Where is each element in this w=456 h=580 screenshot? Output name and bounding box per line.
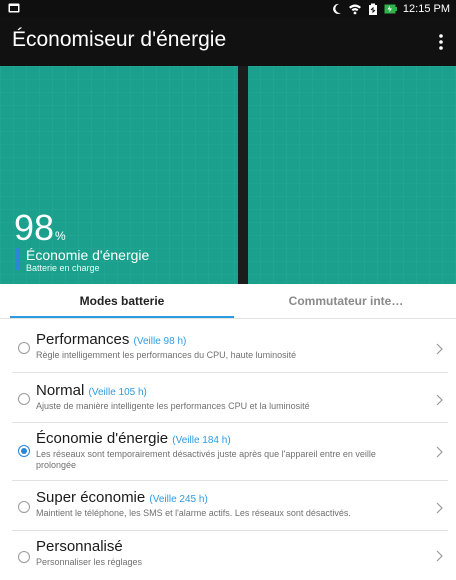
mode-description: Les réseaux sont temporairement désactiv…: [36, 449, 376, 470]
divider: [12, 480, 448, 481]
tab-bar: Modes batterie Commutateur inte…: [0, 284, 456, 319]
divider: [12, 530, 448, 531]
divider: [12, 372, 448, 373]
radio-button[interactable]: [18, 342, 30, 354]
radio-button[interactable]: [18, 551, 30, 563]
mode-title-text: Super économie: [36, 489, 146, 506]
status-bar: 12:15 PM: [0, 0, 456, 18]
mode-description: Personnaliser les réglages: [36, 557, 143, 567]
status-time: 12:15 PM: [402, 3, 450, 15]
chevron-right-icon: [436, 550, 443, 562]
battery-percent-value: 98: [14, 207, 55, 248]
mode-title: Normal (Veille 105 h): [36, 382, 147, 399]
mode-title-text: Personnalisé: [36, 538, 123, 555]
panel-divider: [238, 66, 248, 284]
mode-description: Maintient le téléphone, les SMS et l'ala…: [36, 508, 351, 518]
mode-description: Ajuste de manière intelligente les perfo…: [36, 401, 310, 411]
status-icons: 12:15 PM: [332, 2, 450, 16]
mode-title: Personnalisé: [36, 538, 123, 555]
battery-charging-icon: [384, 4, 397, 14]
mode-title: Performances (Veille 98 h): [36, 331, 186, 348]
tab-battery-modes[interactable]: Modes batterie: [10, 284, 234, 318]
wifi-icon: [348, 4, 361, 15]
tab-indicator: [10, 316, 234, 318]
mode-title: Économie d'énergie (Veille 184 h): [36, 430, 231, 447]
chevron-right-icon: [436, 394, 443, 406]
mode-item-performances[interactable]: Performances (Veille 98 h) Règle intelli…: [0, 324, 456, 374]
mode-standby: (Veille 98 h): [133, 336, 187, 347]
mode-title-text: Économie d'énergie: [36, 430, 169, 447]
chevron-right-icon: [436, 446, 443, 458]
radio-button[interactable]: [18, 501, 30, 513]
battery-percent-unit: %: [55, 229, 66, 243]
battery-hero-panel: 98% Économie d'énergie Batterie en charg…: [0, 66, 456, 284]
chevron-right-icon: [436, 343, 443, 355]
mode-title-text: Performances: [36, 331, 130, 348]
more-vert-icon[interactable]: [432, 30, 450, 54]
current-mode-label: Économie d'énergie: [26, 247, 150, 263]
mode-description: Règle intelligemment les performances du…: [36, 350, 297, 360]
page-title: Économiseur d'énergie: [12, 28, 227, 51]
notification-icon: [8, 3, 20, 13]
mode-item-economie[interactable]: Économie d'énergie (Veille 184 h) Les ré…: [0, 425, 456, 483]
mode-item-personnalise[interactable]: Personnalisé Personnaliser les réglages: [0, 533, 456, 578]
mode-item-super-economie[interactable]: Super économie (Veille 245 h) Maintient …: [0, 483, 456, 533]
mode-indicator-bar: [16, 248, 20, 270]
moon-icon: [333, 3, 341, 14]
radio-button[interactable]: [18, 393, 30, 405]
tab-smart-switch[interactable]: Commutateur inte…: [236, 284, 456, 318]
radio-button-selected[interactable]: [18, 445, 30, 457]
mode-standby: (Veille 184 h): [172, 435, 231, 446]
mode-title: Super économie (Veille 245 h): [36, 489, 208, 506]
mode-standby: (Veille 245 h): [149, 494, 208, 505]
mode-standby: (Veille 105 h): [88, 387, 147, 398]
charging-status: Batterie en charge: [26, 263, 100, 273]
divider: [12, 422, 448, 423]
mode-title-text: Normal: [36, 382, 85, 399]
chevron-right-icon: [436, 502, 443, 514]
app-bar: Économiseur d'énergie: [0, 18, 456, 66]
battery-saver-icon: [368, 3, 377, 15]
mode-item-normal[interactable]: Normal (Veille 105 h) Ajuste de manière …: [0, 375, 456, 425]
battery-percentage: 98%: [14, 207, 66, 249]
